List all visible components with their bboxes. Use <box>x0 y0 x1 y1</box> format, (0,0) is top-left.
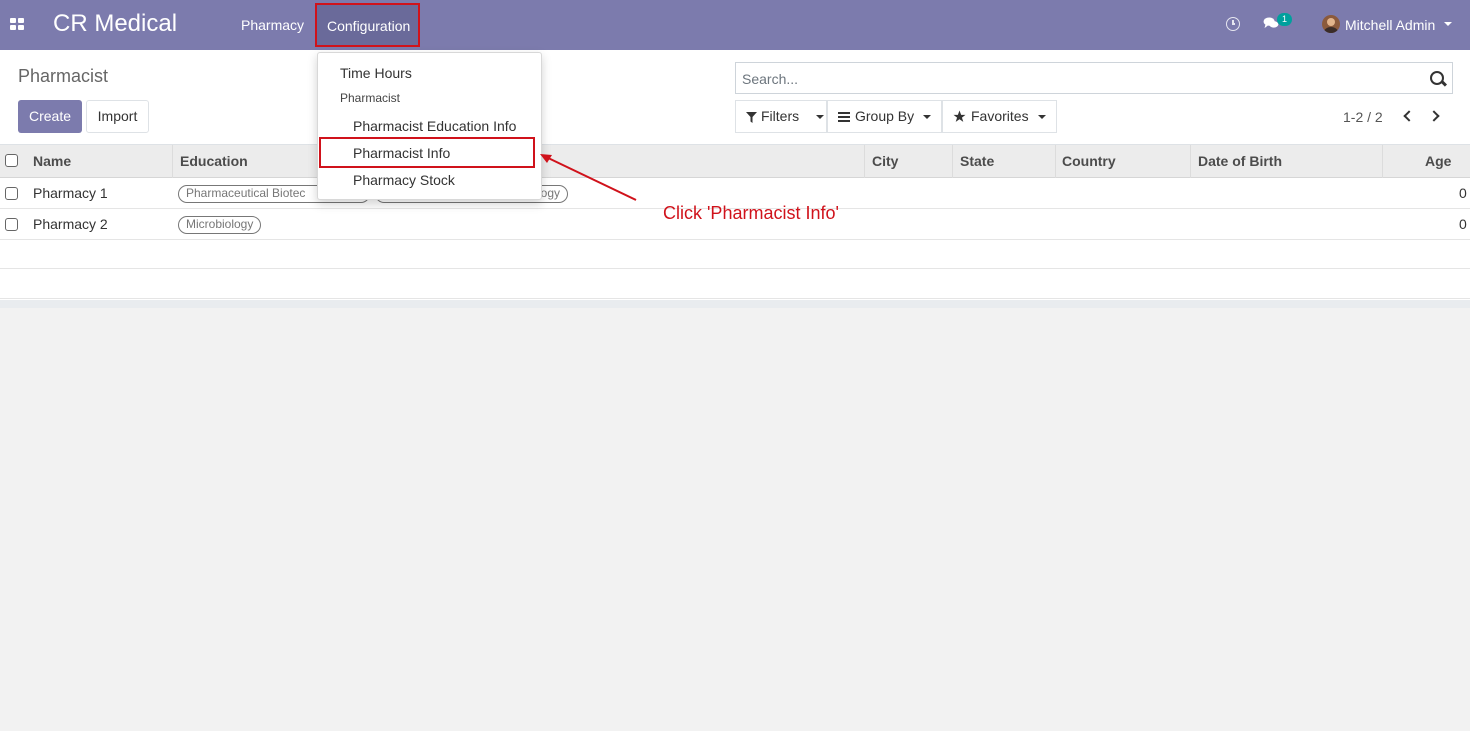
row-name: Pharmacy 2 <box>33 216 108 232</box>
row-age: 0 <box>1459 185 1467 201</box>
menu-configuration[interactable]: Configuration <box>315 3 420 47</box>
column-separator <box>1055 145 1056 178</box>
column-age[interactable]: Age <box>1425 153 1451 169</box>
list-footer-strip <box>0 300 1470 308</box>
search-input[interactable] <box>742 69 1412 89</box>
chat-badge: 1 <box>1277 13 1292 26</box>
user-menu[interactable]: Mitchell Admin <box>1345 17 1435 33</box>
groupby-label: Group By <box>855 108 915 124</box>
menu-time-hours[interactable]: Time Hours <box>340 65 412 81</box>
favorites-caret-icon <box>1038 115 1046 119</box>
pager-value[interactable]: 1-2 / 2 <box>1343 109 1383 125</box>
row-checkbox[interactable] <box>5 187 18 200</box>
row-checkbox[interactable] <box>5 218 18 231</box>
filters-caret-icon <box>816 115 824 119</box>
favorites-button[interactable]: Favorites <box>942 100 1057 133</box>
column-country[interactable]: Country <box>1062 153 1116 169</box>
menu-pharmacy[interactable]: Pharmacy <box>241 17 304 33</box>
column-separator <box>172 145 173 178</box>
column-date-of-birth[interactable]: Date of Birth <box>1198 153 1282 169</box>
column-name[interactable]: Name <box>33 153 71 169</box>
configuration-dropdown: Time Hours Pharmacist Pharmacist Educati… <box>317 52 542 200</box>
groupby-icon <box>838 112 850 122</box>
app-brand[interactable]: CR Medical <box>53 10 177 38</box>
column-state[interactable]: State <box>960 153 994 169</box>
column-city[interactable]: City <box>872 153 898 169</box>
column-separator <box>1190 145 1191 178</box>
empty-row <box>0 270 1470 299</box>
activity-clock-icon[interactable] <box>1226 17 1240 31</box>
menu-section-pharmacist: Pharmacist <box>340 91 401 105</box>
create-button[interactable]: Create <box>18 100 82 133</box>
breadcrumb: Pharmacist <box>18 66 109 86</box>
apps-menu-icon[interactable] <box>10 18 24 30</box>
pager-next-icon[interactable] <box>1428 110 1440 122</box>
row-name: Pharmacy 1 <box>33 185 108 201</box>
column-separator <box>864 145 865 178</box>
row-age: 0 <box>1459 216 1467 232</box>
table-header: Name Education City State Country Date o… <box>0 145 1470 178</box>
list-view: Name Education City State Country Date o… <box>0 145 1470 308</box>
education-tag: Microbiology <box>178 216 262 234</box>
empty-row <box>0 240 1470 269</box>
groupby-caret-icon <box>923 115 931 119</box>
user-caret-icon <box>1444 22 1452 26</box>
menu-pharmacy-stock[interactable]: Pharmacy Stock <box>353 172 455 188</box>
favorites-label: Favorites <box>971 108 1029 124</box>
user-avatar[interactable] <box>1322 15 1340 33</box>
annotation-arrow-icon <box>540 154 637 201</box>
annotation-text: Click 'Pharmacist Info' <box>663 203 839 223</box>
top-navbar: CR Medical Pharmacy Configuration 1 Mitc… <box>0 0 1470 50</box>
groupby-button[interactable]: Group By <box>827 100 942 133</box>
column-education[interactable]: Education <box>180 153 248 169</box>
search-box[interactable] <box>735 62 1453 94</box>
highlight-box <box>319 137 535 168</box>
pager-prev-icon[interactable] <box>1403 110 1415 122</box>
import-button[interactable]: Import <box>86 100 149 133</box>
search-icon[interactable] <box>1430 71 1444 85</box>
filter-icon <box>746 112 757 123</box>
filters-label: Filters <box>761 108 800 124</box>
menu-pharmacist-education-info[interactable]: Pharmacist Education Info <box>353 118 516 134</box>
filters-button[interactable]: Filters <box>735 100 827 133</box>
select-all-checkbox[interactable] <box>5 154 18 167</box>
column-separator <box>1382 145 1383 178</box>
column-separator <box>952 145 953 178</box>
control-panel: Pharmacist Create Import Filters Group B… <box>0 50 1470 145</box>
menu-configuration-label: Configuration <box>327 18 411 34</box>
star-icon <box>953 110 966 122</box>
